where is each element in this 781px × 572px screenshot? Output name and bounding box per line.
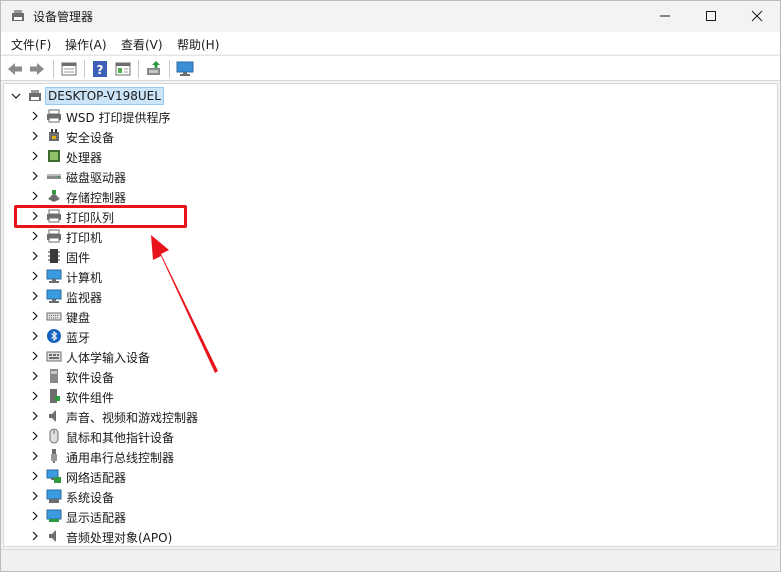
- annotation-arrow: [151, 235, 218, 373]
- device-manager-window: 设备管理器 文件(F) 操作(A) 查看(V) 帮助(H) ? DESKTOP-…: [0, 0, 781, 572]
